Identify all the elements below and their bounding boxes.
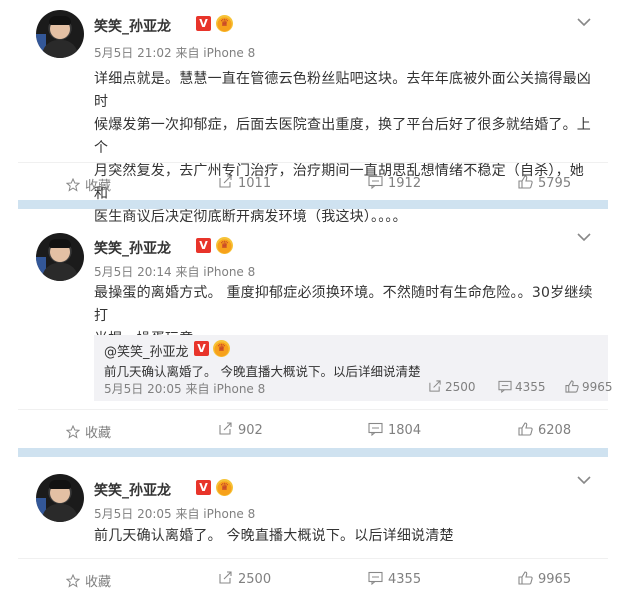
comment-button[interactable]: 1804	[368, 422, 421, 438]
repost-icon	[219, 422, 232, 435]
repost-icon	[219, 175, 232, 188]
like-count: 5795	[538, 176, 572, 191]
star-icon	[65, 424, 81, 439]
comment-icon	[368, 175, 383, 190]
repost-button[interactable]: 902	[218, 422, 263, 438]
quoted-like-count: 9965	[582, 380, 613, 394]
quoted-meta[interactable]: 5月5日 20:05 来自 iPhone 8	[104, 380, 265, 397]
text-line: 最操蛋的离婚方式。 重度抑郁症必须换环境。不然随时有生命危险。。30岁继续打	[94, 285, 593, 324]
text-line: 前几天确认离婚了。 今晚直播大概说下。以后详细说清楚	[94, 528, 454, 544]
crown-badge-icon: ♛	[216, 237, 233, 254]
weibo-post-3: 笑笑_孙亚龙 V ♛ 5月5日 20:05 来自 iPhone 8 前几天确认离…	[18, 466, 608, 601]
comment-count: 1912	[388, 176, 422, 191]
weibo-post-2: 笑笑_孙亚龙 V ♛ 5月5日 20:14 来自 iPhone 8 最操蛋的离婚…	[18, 225, 613, 443]
star-icon	[65, 573, 81, 588]
like-icon	[518, 571, 533, 585]
like-count: 6208	[538, 423, 572, 438]
like-icon	[565, 380, 579, 393]
star-icon	[65, 177, 81, 192]
avatar[interactable]	[36, 10, 84, 58]
like-button[interactable]: 9965	[518, 571, 571, 587]
quoted-like-button[interactable]: 9965	[565, 380, 613, 394]
avatar[interactable]	[36, 474, 84, 522]
verified-v-icon: V	[196, 16, 211, 31]
comment-count: 4355	[388, 572, 422, 587]
crown-badge-icon: ♛	[213, 340, 230, 357]
verified-v-icon: V	[196, 480, 211, 495]
comment-icon	[368, 422, 383, 437]
favorite-button[interactable]: 收藏	[65, 175, 112, 194]
repost-icon	[219, 571, 232, 584]
quoted-repost-button[interactable]: 2500	[428, 380, 476, 394]
action-bar: 收藏 902 1804 6208	[18, 409, 608, 450]
repost-count: 2500	[238, 572, 272, 587]
favorite-button[interactable]: 收藏	[65, 422, 112, 441]
chevron-down-icon[interactable]	[574, 472, 594, 488]
text-line: 候爆发第一次抑郁症，后面去医院查出重度，换了平台后好了很多就结婚了。上个	[94, 117, 591, 156]
quoted-comment-button[interactable]: 4355	[498, 380, 546, 394]
action-bar: 收藏 1011 1912 5795	[18, 162, 608, 203]
weibo-post-1: 笑笑_孙亚龙 V ♛ 5月5日 21:02 来自 iPhone 8 详细点就是。…	[18, 8, 608, 225]
comment-icon	[368, 571, 383, 586]
favorite-label: 收藏	[85, 179, 112, 194]
like-icon	[518, 175, 533, 189]
comment-button[interactable]: 1912	[368, 175, 421, 191]
repost-button[interactable]: 1011	[218, 175, 271, 191]
comment-icon	[498, 380, 512, 394]
author-name[interactable]: 笑笑_孙亚龙	[94, 480, 171, 500]
verified-v-icon: V	[196, 238, 211, 253]
repost-count: 1011	[238, 176, 272, 191]
like-icon	[518, 422, 533, 436]
post-meta[interactable]: 5月5日 21:02 来自 iPhone 8	[94, 44, 255, 61]
action-bar: 收藏 2500 4355 9965	[18, 558, 608, 599]
text-line: 详细点就是。慧慧一直在管德云色粉丝贴吧这块。去年年底被外面公关搞得最凶时	[94, 71, 591, 110]
post-separator	[18, 200, 608, 209]
post-text: 前几天确认离婚了。 今晚直播大概说下。以后详细说清楚	[94, 525, 594, 548]
post-meta[interactable]: 5月5日 20:14 来自 iPhone 8	[94, 263, 255, 280]
like-button[interactable]: 6208	[518, 422, 571, 438]
post-separator	[18, 448, 608, 457]
like-button[interactable]: 5795	[518, 175, 571, 191]
favorite-label: 收藏	[85, 575, 112, 590]
post-meta[interactable]: 5月5日 20:05 来自 iPhone 8	[94, 505, 255, 522]
chevron-down-icon[interactable]	[574, 14, 594, 30]
repost-count: 902	[238, 423, 263, 438]
repost-button[interactable]: 2500	[218, 571, 271, 587]
author-name[interactable]: 笑笑_孙亚龙	[94, 16, 171, 36]
quoted-post[interactable]: @笑笑_孙亚龙 V ♛ 前几天确认离婚了。 今晚直播大概说下。以后详细说清楚 5…	[94, 335, 613, 401]
avatar[interactable]	[36, 233, 84, 281]
author-name[interactable]: 笑笑_孙亚龙	[94, 238, 171, 258]
crown-badge-icon: ♛	[216, 15, 233, 32]
comment-count: 1804	[388, 423, 422, 438]
comment-button[interactable]: 4355	[368, 571, 421, 587]
favorite-label: 收藏	[85, 426, 112, 441]
quoted-author[interactable]: @笑笑_孙亚龙	[104, 341, 189, 360]
favorite-button[interactable]: 收藏	[65, 571, 112, 590]
crown-badge-icon: ♛	[216, 479, 233, 496]
chevron-down-icon[interactable]	[574, 229, 594, 245]
repost-icon	[429, 380, 441, 392]
quoted-repost-count: 2500	[445, 380, 476, 394]
quoted-text: 前几天确认离婚了。 今晚直播大概说下。以后详细说清楚	[104, 364, 421, 379]
verified-v-icon: V	[194, 341, 209, 356]
like-count: 9965	[538, 572, 572, 587]
quoted-comment-count: 4355	[515, 380, 546, 394]
